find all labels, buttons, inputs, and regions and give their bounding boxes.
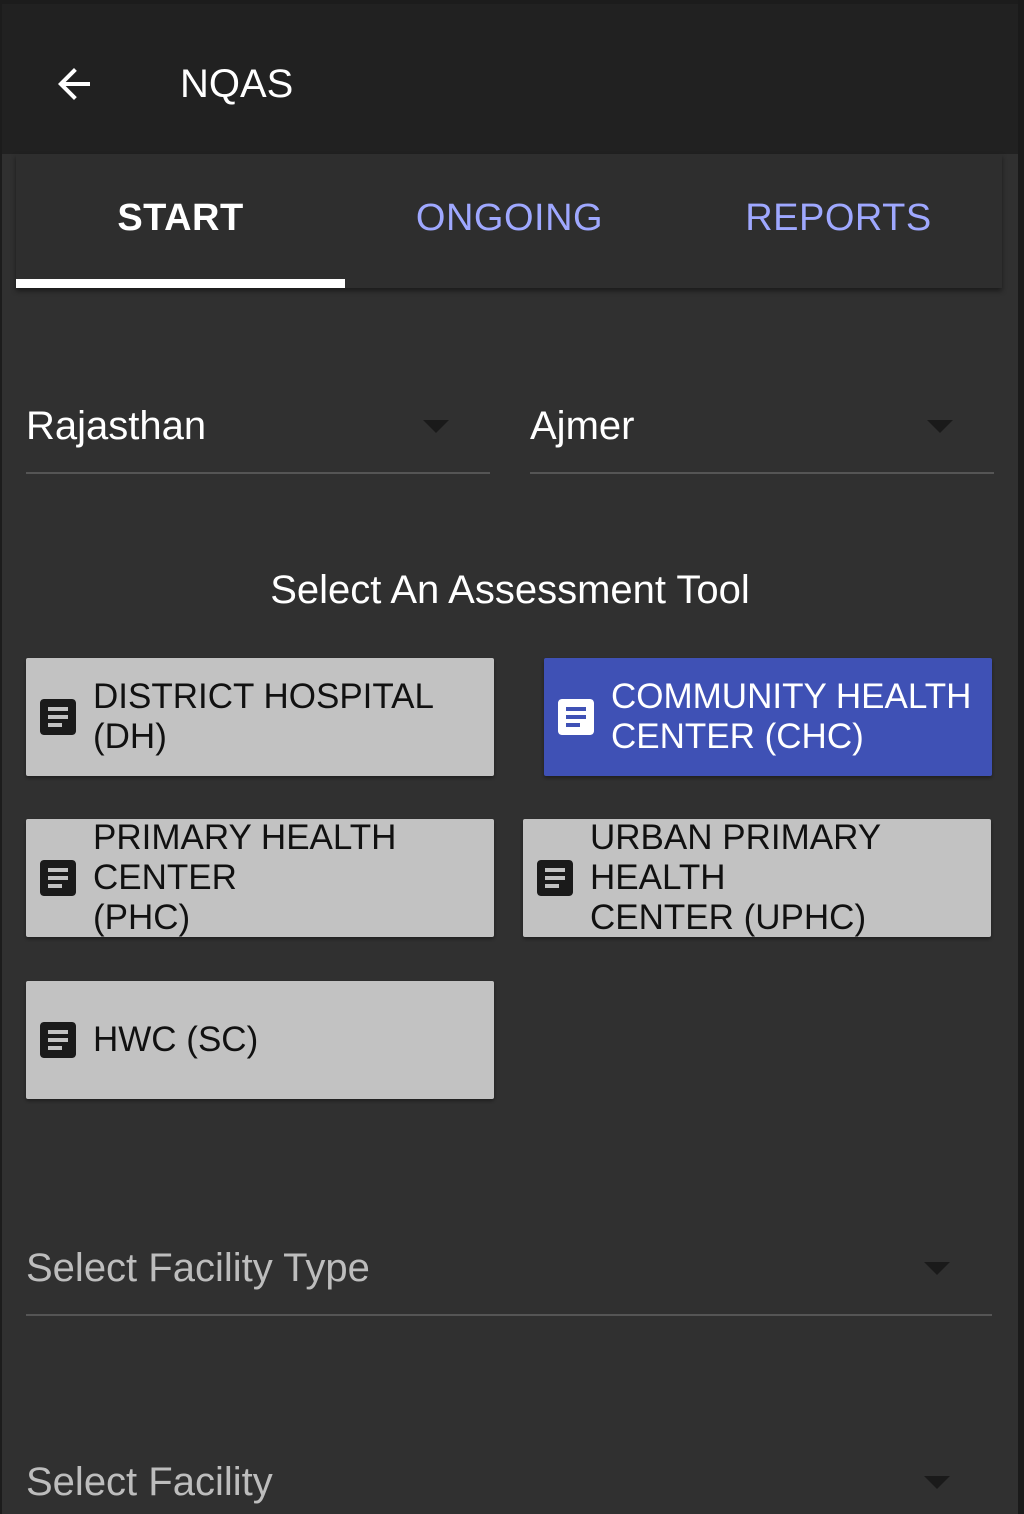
district-dropdown-value: Ajmer <box>530 404 635 448</box>
document-icon <box>40 1022 76 1058</box>
facility-placeholder: Select Facility <box>26 1460 273 1504</box>
tab-start[interactable]: START <box>16 154 345 288</box>
tool-button-uphc[interactable]: URBAN PRIMARY HEALTH CENTER (UPHC) <box>523 818 991 937</box>
document-icon <box>40 860 76 896</box>
active-tab-indicator <box>16 279 345 288</box>
tool-button-hwc[interactable]: HWC (SC) <box>26 981 494 1099</box>
tab-reports-label: REPORTS <box>745 196 932 239</box>
tool-button-dh[interactable]: DISTRICT HOSPITAL (DH) <box>26 658 494 776</box>
chevron-down-icon <box>423 420 449 433</box>
assessment-tool-heading: Select An Assessment Tool <box>270 568 750 612</box>
facility-type-dropdown[interactable]: Select Facility Type <box>26 1224 992 1316</box>
tool-button-chc[interactable]: COMMUNITY HEALTH CENTER (CHC) <box>544 658 992 776</box>
app-title: NQAS <box>180 62 294 106</box>
tab-bar: START ONGOING REPORTS <box>16 154 1002 288</box>
district-dropdown[interactable]: Ajmer <box>530 382 994 474</box>
app-screen: NQAS START ONGOING REPORTS Rajasthan Ajm… <box>0 0 1018 1514</box>
back-button[interactable] <box>42 52 106 116</box>
chevron-down-icon <box>924 1262 950 1275</box>
tool-button-phc-label: PRIMARY HEALTH CENTER (PHC) <box>93 818 397 937</box>
tab-reports[interactable]: REPORTS <box>674 154 1003 288</box>
arrow-left-icon <box>58 68 90 100</box>
chevron-down-icon <box>924 1476 950 1489</box>
tab-ongoing-label: ONGOING <box>415 196 604 239</box>
tool-button-chc-label: COMMUNITY HEALTH CENTER (CHC) <box>611 677 972 756</box>
document-icon <box>537 860 573 896</box>
tool-button-hwc-label: HWC (SC) <box>93 1020 259 1059</box>
tool-button-uphc-label: URBAN PRIMARY HEALTH CENTER (UPHC) <box>590 818 881 937</box>
facility-dropdown[interactable]: Select Facility <box>26 1438 992 1514</box>
document-icon <box>558 699 594 735</box>
tab-ongoing[interactable]: ONGOING <box>345 154 674 288</box>
document-icon <box>40 699 76 735</box>
tool-button-dh-label: DISTRICT HOSPITAL (DH) <box>93 677 433 756</box>
app-bar: NQAS <box>2 4 1018 154</box>
facility-type-placeholder: Select Facility Type <box>26 1246 370 1290</box>
tab-start-label: START <box>117 196 244 239</box>
tool-button-phc[interactable]: PRIMARY HEALTH CENTER (PHC) <box>26 818 494 937</box>
chevron-down-icon <box>927 420 953 433</box>
state-dropdown-value: Rajasthan <box>26 404 207 448</box>
state-dropdown[interactable]: Rajasthan <box>26 382 490 474</box>
